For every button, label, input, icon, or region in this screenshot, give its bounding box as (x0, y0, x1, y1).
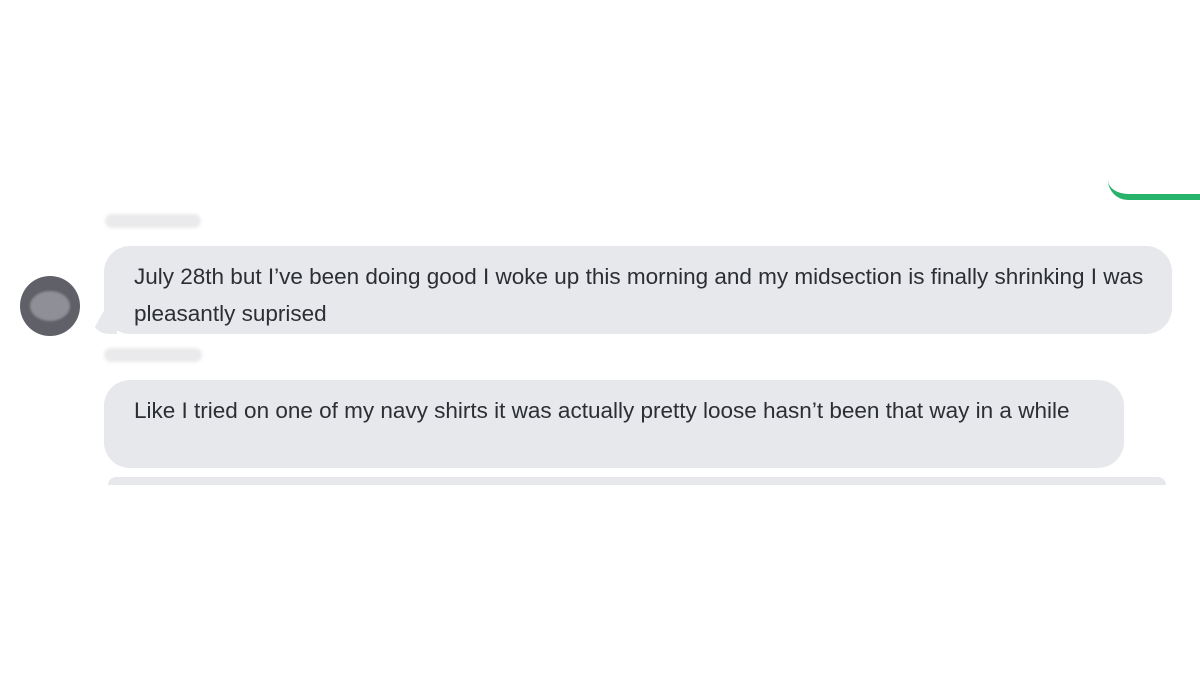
outgoing-bubble-edge (1108, 178, 1200, 200)
message-bubble-partial[interactable] (108, 477, 1166, 485)
avatar[interactable] (20, 276, 80, 336)
sender-name-redacted (105, 214, 201, 228)
message-text: Like I tried on one of my navy shirts it… (134, 398, 1070, 423)
avatar-image-redacted (30, 291, 70, 321)
sender-name-redacted (104, 348, 202, 362)
message-text: July 28th but I’ve been doing good I wok… (134, 264, 1144, 326)
message-bubble[interactable]: Like I tried on one of my navy shirts it… (104, 380, 1124, 468)
message-bubble[interactable]: July 28th but I’ve been doing good I wok… (104, 246, 1172, 334)
